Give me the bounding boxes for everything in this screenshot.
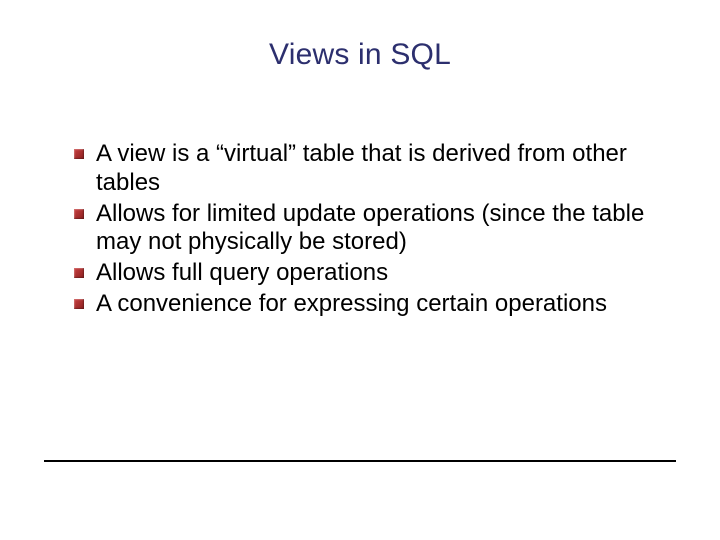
list-item: Allows for limited update operations (si…	[74, 200, 660, 258]
bullet-icon	[74, 299, 84, 309]
divider	[44, 460, 676, 462]
bullet-icon	[74, 209, 84, 219]
list-item: A view is a “virtual” table that is deri…	[74, 140, 660, 198]
list-item-text: A convenience for expressing certain ope…	[96, 290, 607, 319]
bullet-icon	[74, 149, 84, 159]
list-item: A convenience for expressing certain ope…	[74, 290, 660, 319]
list-item: Allows full query operations	[74, 259, 660, 288]
list-item-text: A view is a “virtual” table that is deri…	[96, 140, 660, 198]
bullet-icon	[74, 268, 84, 278]
slide-title: Views in SQL	[0, 38, 720, 72]
bullet-list: A view is a “virtual” table that is deri…	[74, 140, 660, 321]
list-item-text: Allows full query operations	[96, 259, 388, 288]
slide: Views in SQL A view is a “virtual” table…	[0, 0, 720, 540]
list-item-text: Allows for limited update operations (si…	[96, 200, 660, 258]
